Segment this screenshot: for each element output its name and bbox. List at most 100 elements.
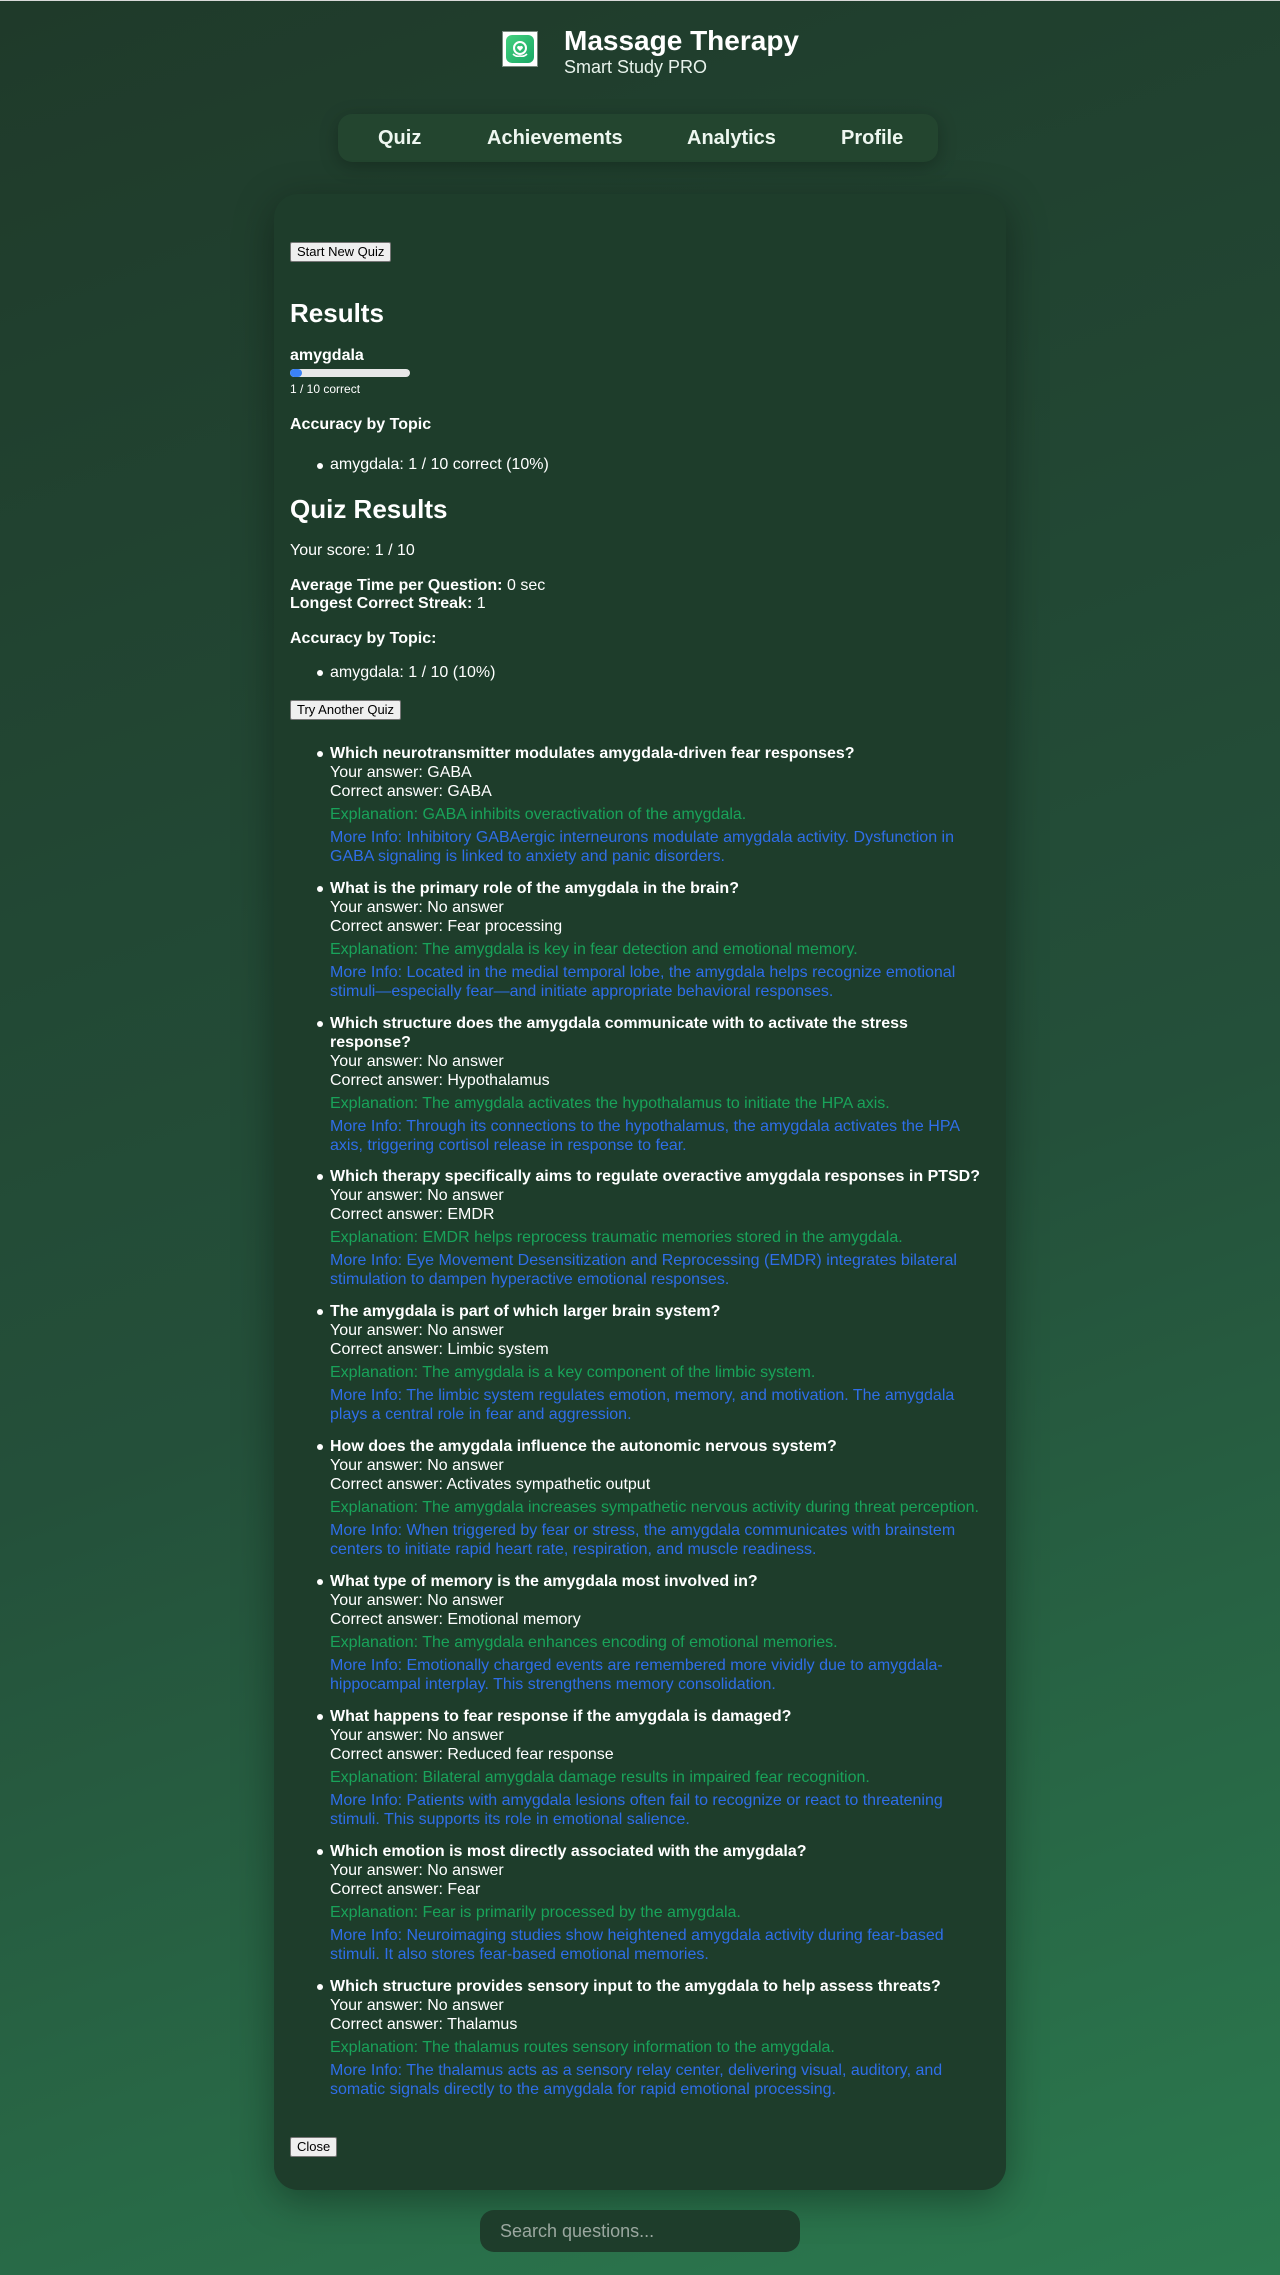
review-your-answer: Your answer: No answer — [330, 1322, 504, 1339]
try-another-quiz-button[interactable]: Try Another Quiz — [290, 700, 402, 720]
app-title: Massage Therapy — [564, 25, 799, 56]
review-explanation: Explanation: The amygdala increases symp… — [330, 1499, 979, 1516]
top-border — [0, 0, 1280, 1]
list-bullet — [317, 1714, 323, 1720]
review-item: What happens to fear response if the amy… — [317, 1707, 990, 1829]
review-more-info: More Info: When triggered by fear or str… — [330, 1522, 956, 1558]
review-more-info: More Info: Neuroimaging studies show hei… — [330, 1927, 944, 1963]
topic-name: amygdala — [290, 347, 364, 364]
review-explanation: Explanation: The amygdala is a key compo… — [330, 1364, 816, 1381]
review-your-answer: Your answer: No answer — [330, 1457, 504, 1474]
search-input[interactable] — [480, 2210, 800, 2252]
list-bullet — [317, 1174, 323, 1180]
review-explanation: Explanation: The thalamus routes sensory… — [330, 2039, 835, 2056]
quiz-results-heading: Quiz Results — [290, 494, 448, 524]
nav-tab-profile[interactable]: Profile — [841, 127, 903, 149]
review-explanation: Explanation: Fear is primarily processed… — [330, 1904, 741, 1921]
streak-label: Longest Correct Streak: — [290, 595, 473, 612]
review-item: How does the amygdala influence the auto… — [317, 1437, 990, 1559]
review-item: What type of memory is the amygdala most… — [317, 1572, 990, 1694]
app-header: Massage Therapy Smart Study PRO — [0, 24, 1280, 80]
review-correct-answer: Correct answer: Reduced fear response — [330, 1746, 614, 1763]
review-question: Which structure provides sensory input t… — [330, 1978, 941, 1995]
review-question: Which emotion is most directly associate… — [330, 1843, 807, 1860]
review-question: What happens to fear response if the amy… — [330, 1708, 792, 1725]
nav-tab-analytics[interactable]: Analytics — [687, 127, 776, 149]
list-bullet — [317, 670, 323, 676]
results-heading: Results — [290, 298, 384, 328]
score-text: Your score: 1 / 10 — [290, 542, 415, 559]
review-item: Which therapy specifically aims to regul… — [317, 1167, 990, 1289]
review-explanation: Explanation: GABA inhibits overactivatio… — [330, 806, 747, 823]
review-explanation: Explanation: The amygdala is key in fear… — [330, 941, 858, 958]
review-explanation: Explanation: The amygdala activates the … — [330, 1095, 890, 1112]
list-bullet — [317, 1984, 323, 1990]
review-question: What type of memory is the amygdala most… — [330, 1573, 758, 1590]
review-correct-answer: Correct answer: EMDR — [330, 1206, 495, 1223]
review-more-info: More Info: Through its connections to th… — [330, 1118, 960, 1154]
list-bullet — [317, 1579, 323, 1585]
list-bullet — [317, 463, 323, 469]
review-your-answer: Your answer: No answer — [330, 899, 504, 916]
review-correct-answer: Correct answer: Thalamus — [330, 2016, 518, 2033]
review-correct-answer: Correct answer: Hypothalamus — [330, 1072, 550, 1089]
accuracy-by-topic-heading-2: Accuracy by Topic: — [290, 630, 437, 647]
hands-heart-icon — [506, 35, 534, 63]
app-subtitle: Smart Study PRO — [564, 57, 708, 77]
avg-time-row: Average Time per Question: 0 sec — [290, 577, 545, 595]
review-question: Which structure does the amygdala commun… — [330, 1015, 908, 1051]
close-button[interactable]: Close — [290, 2137, 338, 2157]
review-your-answer: Your answer: No answer — [330, 1727, 504, 1744]
review-more-info: More Info: Patients with amygdala lesion… — [330, 1792, 943, 1828]
nav-tab-quiz[interactable]: Quiz — [378, 127, 421, 149]
app-logo — [502, 31, 538, 67]
review-question: Which therapy specifically aims to regul… — [330, 1168, 981, 1185]
streak-row: Longest Correct Streak: 1 — [290, 595, 486, 613]
review-your-answer: Your answer: No answer — [330, 1862, 504, 1879]
review-item: Which neurotransmitter modulates amygdal… — [317, 744, 990, 866]
review-explanation: Explanation: Bilateral amygdala damage r… — [330, 1769, 870, 1786]
review-correct-answer: Correct answer: Fear — [330, 1881, 481, 1898]
list-bullet — [317, 1849, 323, 1855]
nav-tab-achievements[interactable]: Achievements — [487, 127, 623, 149]
topic-progress-fill — [290, 369, 302, 377]
review-item: Which structure does the amygdala commun… — [317, 1014, 990, 1155]
review-question: What is the primary role of the amygdala… — [330, 880, 739, 897]
review-your-answer: Your answer: No answer — [330, 1187, 504, 1204]
streak-value: 1 — [476, 595, 486, 612]
review-question: The amygdala is part of which larger bra… — [330, 1303, 721, 1320]
review-explanation: Explanation: The amygdala enhances encod… — [330, 1634, 838, 1651]
avg-time-value: 0 sec — [506, 577, 546, 594]
review-correct-answer: Correct answer: Fear processing — [330, 918, 563, 935]
review-your-answer: Your answer: No answer — [330, 1053, 504, 1070]
review-correct-answer: Correct answer: Limbic system — [330, 1341, 549, 1358]
list-bullet — [317, 1309, 323, 1315]
review-item: Which structure provides sensory input t… — [317, 1977, 990, 2099]
review-item: The amygdala is part of which larger bra… — [317, 1302, 990, 1424]
review-more-info: More Info: Located in the medial tempora… — [330, 964, 956, 1000]
review-more-info: More Info: The thalamus acts as a sensor… — [330, 2062, 943, 2098]
review-question: Which neurotransmitter modulates amygdal… — [330, 745, 855, 762]
review-item: Which emotion is most directly associate… — [317, 1842, 990, 1964]
list-bullet — [317, 751, 323, 757]
review-question: How does the amygdala influence the auto… — [330, 1438, 837, 1455]
review-more-info: More Info: Eye Movement Desensitization … — [330, 1252, 957, 1288]
review-more-info: More Info: Inhibitory GABAergic interneu… — [330, 829, 954, 865]
main-nav: Quiz Achievements Analytics Profile — [338, 114, 938, 162]
avg-time-label: Average Time per Question: — [290, 577, 503, 594]
review-explanation: Explanation: EMDR helps reprocess trauma… — [330, 1229, 903, 1246]
review-correct-answer: Correct answer: GABA — [330, 783, 492, 800]
accuracy-item: amygdala: 1 / 10 correct (10%) — [330, 456, 549, 473]
review-item: What is the primary role of the amygdala… — [317, 879, 990, 1001]
accuracy-item: amygdala: 1 / 10 (10%) — [330, 664, 496, 681]
review-more-info: More Info: Emotionally charged events ar… — [330, 1657, 943, 1693]
list-bullet — [317, 1021, 323, 1027]
review-your-answer: Your answer: No answer — [330, 1997, 504, 2014]
review-correct-answer: Correct answer: Emotional memory — [330, 1611, 581, 1628]
review-correct-answer: Correct answer: Activates sympathetic ou… — [330, 1476, 651, 1493]
review-more-info: More Info: The limbic system regulates e… — [330, 1387, 955, 1423]
start-new-quiz-button[interactable]: Start New Quiz — [290, 242, 392, 262]
topic-progress-caption: 1 / 10 correct — [290, 382, 361, 396]
list-bullet — [317, 886, 323, 892]
review-your-answer: Your answer: GABA — [330, 764, 472, 781]
